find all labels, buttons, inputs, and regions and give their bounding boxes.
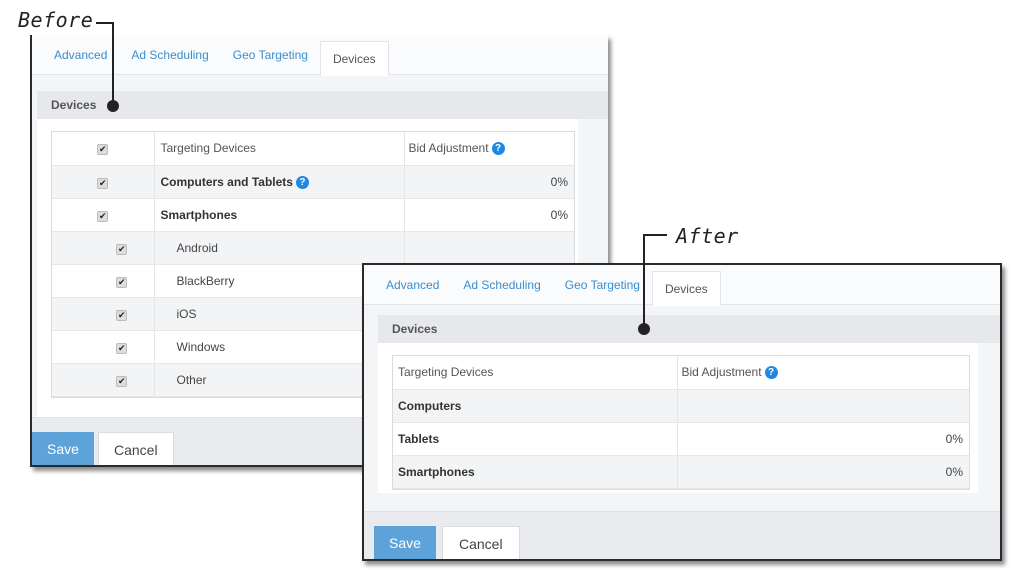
tab-advanced[interactable]: Advanced [42,35,119,74]
after-content: Targeting Devices Bid Adjustment? Comput… [378,343,978,493]
table-row: ✔ Smartphones 0% [52,198,574,232]
row-name: Smartphones [393,455,678,489]
row-bid[interactable]: 0% [404,165,574,199]
tab-devices[interactable]: Devices [319,41,389,76]
row-checkbox[interactable]: ✔ [52,231,155,265]
header-bid-label: Bid Adjustment [681,365,762,380]
header-bid-adjustment: Bid Adjustment? [404,132,574,166]
row-name: Android [154,231,405,265]
row-checkbox[interactable]: ✔ [52,330,155,364]
check-icon: ✔ [116,309,128,321]
before-callout-label: Before [18,8,94,32]
row-bid[interactable]: 0% [677,422,969,456]
check-icon: ✔ [116,375,128,387]
table-header-row: ✔ Targeting Devices Bid Adjustment? [52,132,574,166]
after-panel: Advanced Ad Scheduling Geo Targeting Dev… [362,263,1002,561]
tab-geo-targeting[interactable]: Geo Targeting [221,35,320,74]
table-row: ✔ Android [52,231,574,265]
row-name: Smartphones [154,198,405,232]
row-bid[interactable]: 0% [404,198,574,232]
table-row: Computers [393,389,969,423]
row-bid [404,231,574,265]
before-tab-bar: Advanced Ad Scheduling Geo Targeting Dev… [32,35,608,76]
table-row: Smartphones 0% [393,455,969,489]
table-header-row: Targeting Devices Bid Adjustment? [393,356,969,390]
after-devices-table: Targeting Devices Bid Adjustment? Comput… [392,355,970,490]
tab-devices[interactable]: Devices [651,271,721,306]
row-checkbox[interactable]: ✔ [52,165,155,199]
check-icon: ✔ [116,243,128,255]
after-leader-line-vertical [643,234,645,330]
header-targeting-devices: Targeting Devices [393,356,678,390]
help-icon[interactable]: ? [295,175,309,189]
check-icon: ✔ [97,144,109,156]
help-icon[interactable]: ? [491,142,505,156]
row-name: Computers and Tablets? [154,165,405,199]
save-button[interactable]: Save [32,432,94,465]
check-icon: ✔ [116,342,128,354]
row-name: Computers [393,389,678,423]
select-all-checkbox[interactable]: ✔ [52,132,155,166]
header-targeting-devices: Targeting Devices [154,132,405,166]
help-icon[interactable]: ? [764,366,778,380]
header-bid-label: Bid Adjustment [408,141,489,156]
row-bid[interactable]: 0% [677,455,969,489]
row-checkbox[interactable]: ✔ [52,198,155,232]
cancel-button[interactable]: Cancel [442,526,520,559]
table-row: ✔ Computers and Tablets? 0% [52,165,574,199]
row-name: Tablets [393,422,678,456]
tab-ad-scheduling[interactable]: Ad Scheduling [119,35,220,74]
section-title: Devices [378,315,1000,343]
tab-ad-scheduling[interactable]: Ad Scheduling [451,265,552,304]
after-callout-label: After [676,224,739,248]
after-leader-dot [638,323,650,335]
check-icon: ✔ [97,210,109,222]
save-button[interactable]: Save [374,526,436,559]
row-checkbox[interactable]: ✔ [52,297,155,331]
section-title: Devices [37,91,608,119]
row-checkbox[interactable]: ✔ [52,363,155,397]
table-row: Tablets 0% [393,422,969,456]
tab-geo-targeting[interactable]: Geo Targeting [553,265,652,304]
header-bid-adjustment: Bid Adjustment? [677,356,969,390]
after-tab-bar: Advanced Ad Scheduling Geo Targeting Dev… [364,265,1000,306]
row-name-label: Computers and Tablets [160,174,293,189]
check-icon: ✔ [97,177,109,189]
after-leader-line [643,234,667,236]
before-leader-line-vertical [112,22,114,105]
before-leader-dot [107,100,119,112]
tab-advanced[interactable]: Advanced [374,265,451,304]
row-checkbox[interactable]: ✔ [52,264,155,298]
check-icon: ✔ [116,276,128,288]
row-bid [677,389,969,423]
cancel-button[interactable]: Cancel [98,432,174,465]
after-footer: Save Cancel [364,511,1000,559]
